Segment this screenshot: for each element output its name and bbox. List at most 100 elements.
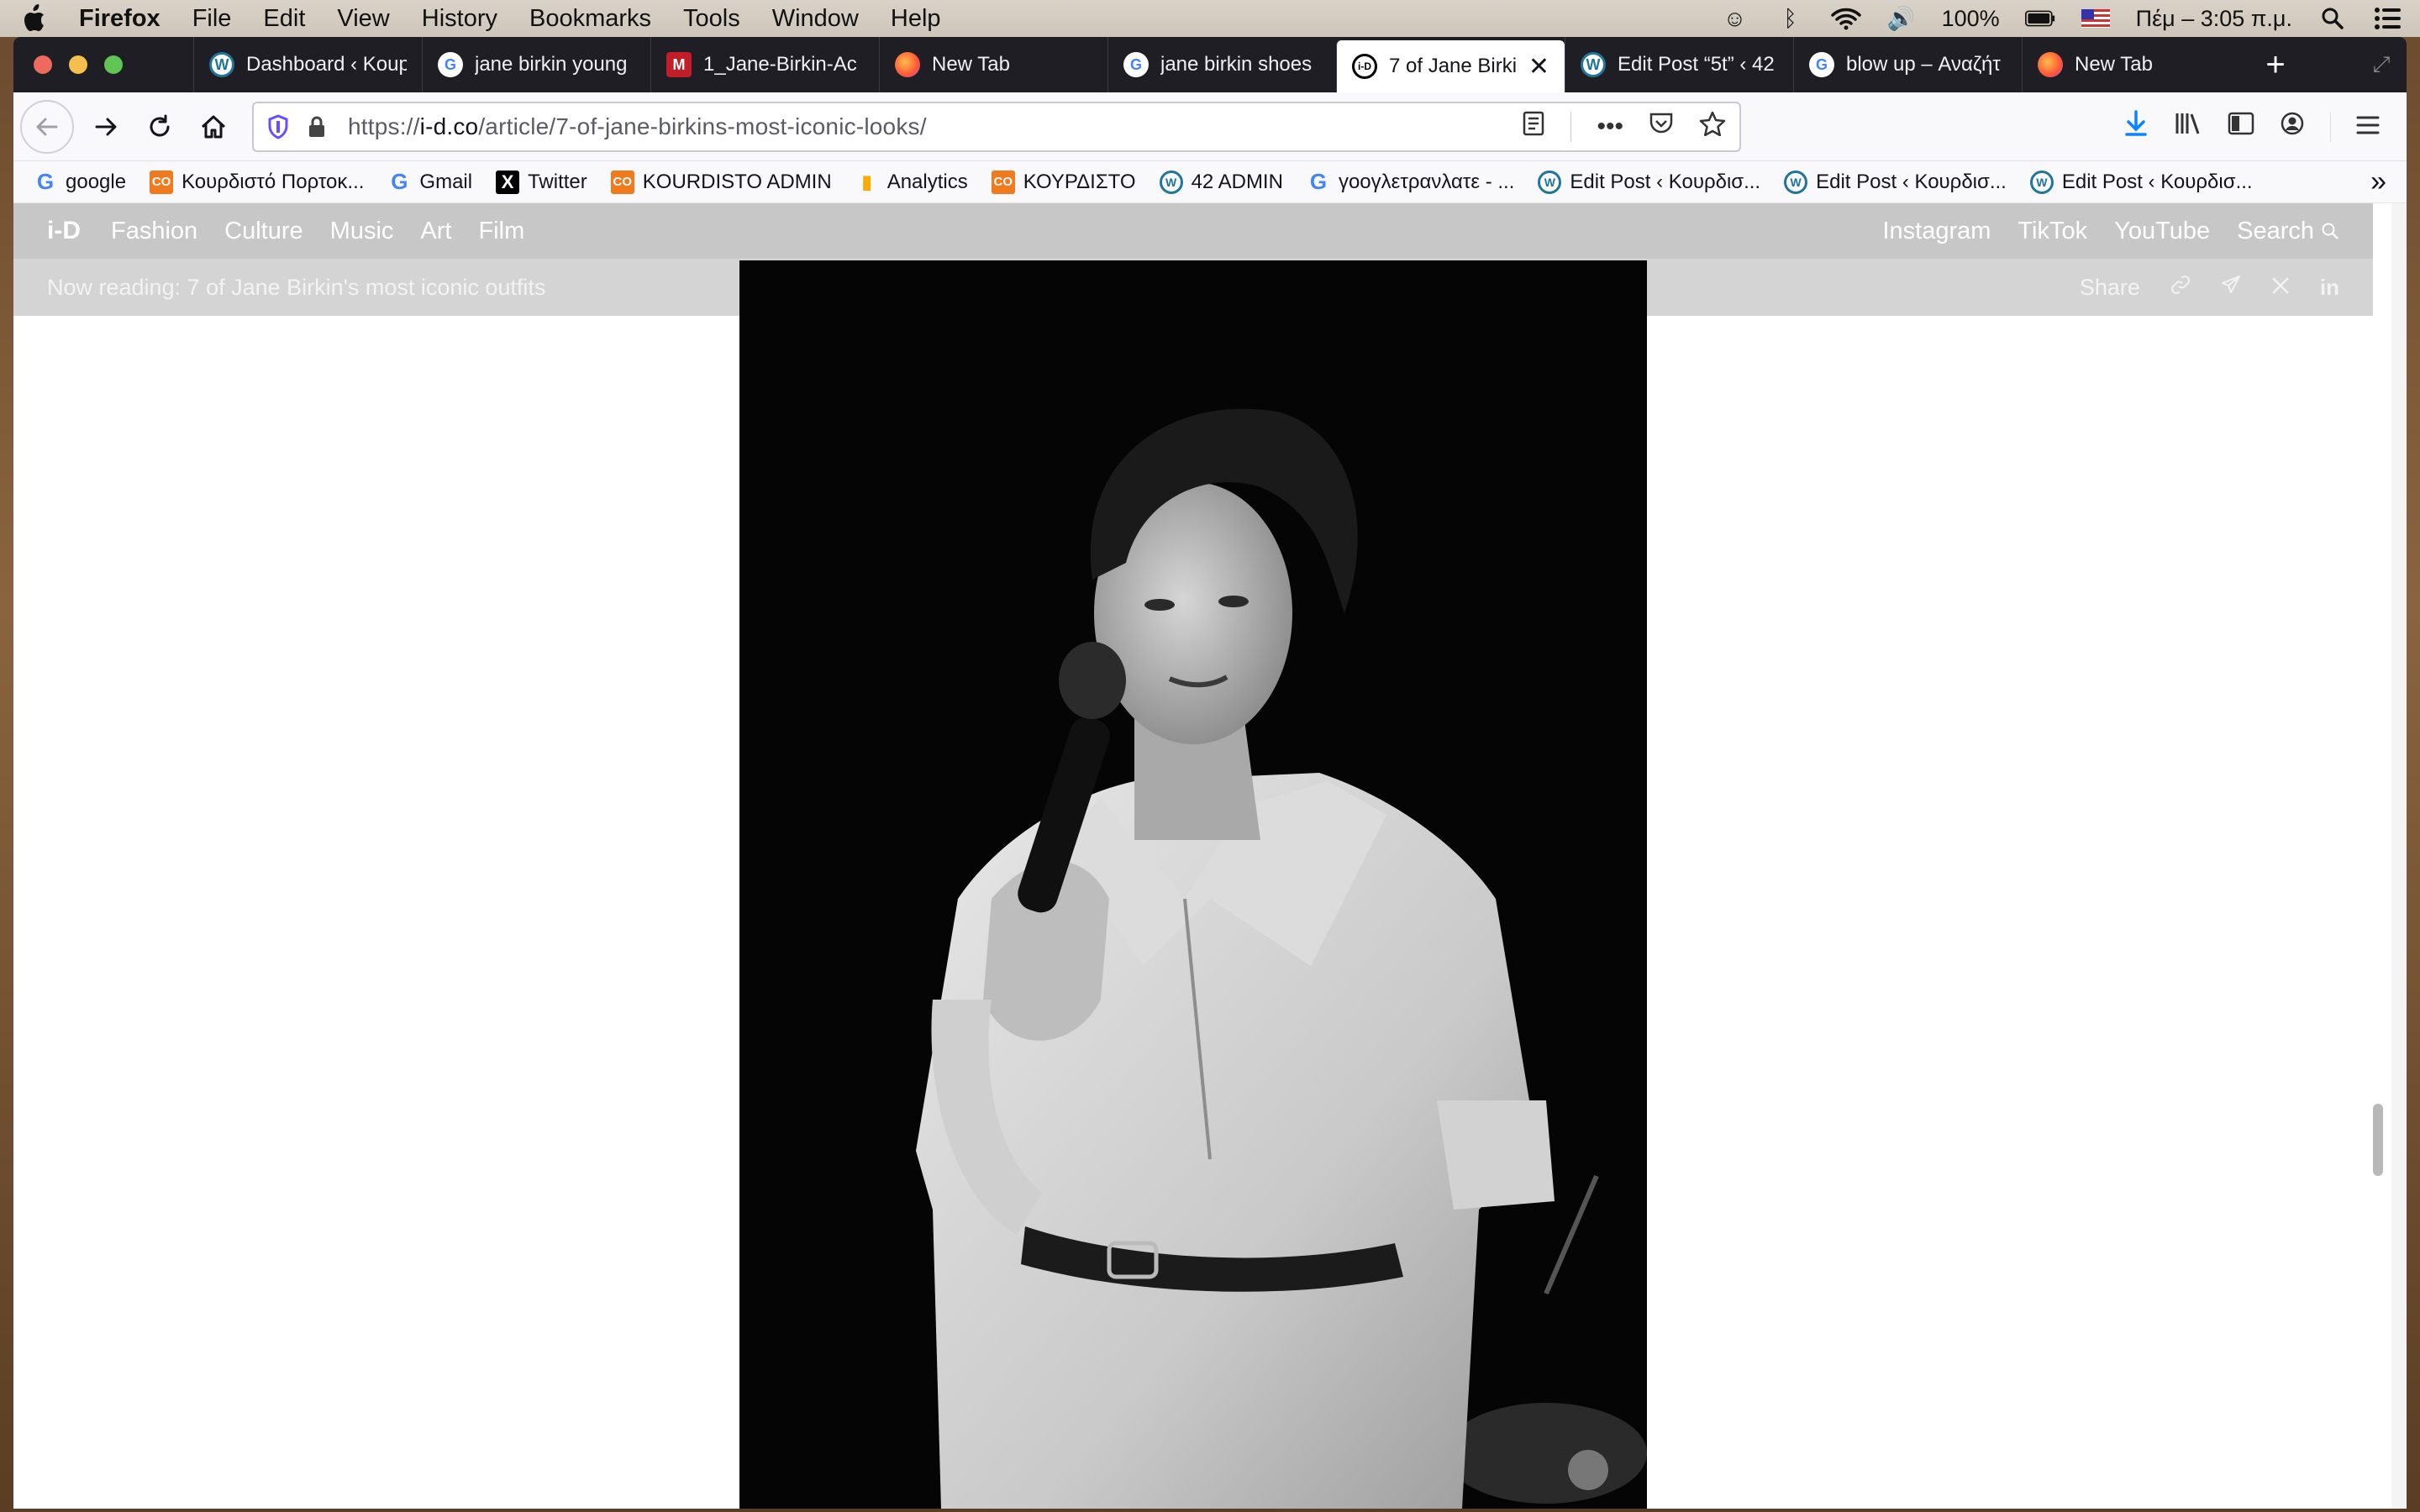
bookmark-label: google <box>66 170 127 193</box>
bookmark-item[interactable]: W Edit Post ‹ Κουρδισ... <box>2029 170 2253 194</box>
google-icon: G <box>438 52 463 77</box>
share-linkedin-icon[interactable]: in <box>2320 275 2339 301</box>
nav-culture[interactable]: Culture <box>224 218 303 245</box>
browser-tab[interactable]: Gjane birkin shoes <box>1107 37 1336 92</box>
browser-tab[interactable]: Gjane birkin young <box>422 37 650 92</box>
fullscreen-icon[interactable]: ⤢ <box>2356 37 2407 92</box>
bookmark-item[interactable]: CO KOURDISTO ADMIN <box>610 170 832 194</box>
bluetooth-icon[interactable]: ᛒ <box>1776 6 1806 31</box>
nav-film[interactable]: Film <box>478 218 524 245</box>
forward-button[interactable] <box>79 100 133 154</box>
browser-tab[interactable]: Gblow up – Αναζήτ <box>1793 37 2022 92</box>
google-icon: G <box>391 169 408 194</box>
reader-view-icon[interactable] <box>1522 111 1545 143</box>
tab-title: 1_Jane-Birkin-Ac <box>703 53 857 76</box>
tracking-protection-shield-icon[interactable] <box>267 113 292 139</box>
library-icon[interactable] <box>2174 111 2202 143</box>
id-icon: i-D <box>1352 54 1377 79</box>
bookmark-item[interactable]: CO Κουρδιστό Πορτοκ... <box>150 170 365 194</box>
bookmark-label: Twitter <box>528 170 587 193</box>
scrollbar-thumb[interactable] <box>2373 1104 2383 1176</box>
menu-bookmarks[interactable]: Bookmarks <box>529 5 651 33</box>
vpn-icon[interactable]: ☺ <box>1720 6 1750 31</box>
close-tab-icon[interactable]: ✕ <box>1528 52 1549 81</box>
bookmark-item[interactable]: ▮ Analytics <box>855 171 968 194</box>
minimize-window-icon[interactable] <box>69 55 87 74</box>
zoom-window-icon[interactable] <box>104 55 123 74</box>
page-actions-icon[interactable]: ••• <box>1597 113 1623 141</box>
menu-history[interactable]: History <box>422 5 497 33</box>
google-icon: G <box>1123 52 1149 77</box>
browser-tab[interactable]: M 1_Jane-Birkin-Ac <box>650 37 879 92</box>
bookmarks-overflow-icon[interactable]: » <box>2370 165 2386 198</box>
bookmark-item[interactable]: Ggoogle <box>34 169 127 194</box>
clock[interactable]: Πέμ – 3:05 π.μ. <box>2136 6 2292 32</box>
menu-help[interactable]: Help <box>891 5 941 33</box>
menu-tools[interactable]: Tools <box>683 5 740 33</box>
wifi-icon[interactable] <box>1830 6 1861 31</box>
account-icon[interactable] <box>2280 111 2305 143</box>
downloads-icon[interactable] <box>2123 109 2149 144</box>
url-text[interactable]: https://i-d.co/article/7-of-jane-birkins… <box>348 113 1522 140</box>
battery-icon[interactable] <box>2024 6 2055 31</box>
browser-tab[interactable]: i-D 7 of Jane Birki ✕ <box>1336 40 1565 92</box>
close-window-icon[interactable] <box>34 55 52 74</box>
search-button[interactable]: Search <box>2237 218 2339 245</box>
nav-fashion[interactable]: Fashion <box>111 218 197 245</box>
nav-music[interactable]: Music <box>330 218 394 245</box>
browser-tab[interactable]: W Edit Post “5t” ‹ 42 <box>1565 37 1793 92</box>
tab-title: New Tab <box>2075 53 2153 76</box>
hamburger-menu-icon[interactable] <box>2356 111 2380 142</box>
bookmark-item[interactable]: X Twitter <box>496 170 587 194</box>
browser-tab[interactable]: New Tab <box>879 37 1107 92</box>
menu-view[interactable]: View <box>337 5 389 33</box>
bookmark-item[interactable]: G Gmail <box>387 169 472 194</box>
bookmark-label: KOURDISTO ADMIN <box>642 170 832 193</box>
bookmark-item[interactable]: W Edit Post ‹ Κουρδισ... <box>1538 170 1760 194</box>
reload-button[interactable] <box>133 100 187 154</box>
wordpress-icon: W <box>2029 170 2054 194</box>
tab-title: jane birkin young <box>475 53 628 76</box>
share-x-icon[interactable] <box>2271 275 2290 301</box>
bookmark-star-icon[interactable] <box>1699 111 1726 143</box>
copy-link-icon[interactable] <box>2170 275 2191 301</box>
site-logo[interactable]: i-D <box>47 217 81 245</box>
bookmark-item[interactable]: CO ΚΟΥΡΔΙΣΤΟ <box>991 170 1136 194</box>
browser-tab[interactable]: New Tab <box>2022 37 2250 92</box>
wordpress-icon: W <box>1784 170 1808 194</box>
control-center-icon[interactable] <box>2373 6 2403 31</box>
nav-instagram[interactable]: Instagram <box>1882 218 1991 245</box>
bookmark-label: ΚΟΥΡΔΙΣΤΟ <box>1023 170 1136 193</box>
menu-edit[interactable]: Edit <box>263 5 305 33</box>
spotlight-search-icon[interactable] <box>2317 6 2348 31</box>
bookmark-item[interactable]: W 42 ADMIN <box>1159 170 1283 194</box>
volume-icon[interactable]: 🔊 <box>1886 6 1917 31</box>
apple-icon[interactable] <box>17 2 50 35</box>
menu-app-name[interactable]: Firefox <box>79 5 160 33</box>
nav-tiktok[interactable]: TikTok <box>2018 218 2087 245</box>
menu-file[interactable]: File <box>192 5 232 33</box>
pocket-icon[interactable] <box>1649 112 1674 142</box>
co-icon: CO <box>150 170 174 194</box>
menu-window[interactable]: Window <box>772 5 859 33</box>
new-tab-button[interactable]: + <box>2250 37 2301 92</box>
page-scrollbar[interactable] <box>2358 203 2391 1509</box>
nav-art[interactable]: Art <box>420 218 451 245</box>
share-telegram-icon[interactable] <box>2221 275 2241 301</box>
browser-tab[interactable]: W Dashboard ‹ Koup <box>193 37 422 92</box>
flag-us-icon[interactable] <box>2081 6 2111 31</box>
bookmark-item[interactable]: Gγοογλετρανλατε - ... <box>1307 169 1515 194</box>
now-reading-text: Now reading: 7 of Jane Birkin's most ico… <box>47 274 546 300</box>
share-label: Share <box>2079 274 2140 300</box>
address-bar[interactable]: https://i-d.co/article/7-of-jane-birkins… <box>252 101 1741 152</box>
google-icon: G <box>36 169 55 194</box>
bookmark-item[interactable]: W Edit Post ‹ Κουρδισ... <box>1784 170 2007 194</box>
lock-icon[interactable] <box>308 115 331 139</box>
bookmark-label: Κουρδιστό Πορτοκ... <box>182 170 365 193</box>
nav-youtube[interactable]: YouTube <box>2114 218 2210 245</box>
sidebar-icon[interactable] <box>2228 111 2254 142</box>
home-button[interactable] <box>187 100 240 154</box>
back-button[interactable] <box>20 99 74 154</box>
bookmark-label: Edit Post ‹ Κουρδισ... <box>1816 170 2007 193</box>
tab-title: jane birkin shoes <box>1160 53 1313 76</box>
